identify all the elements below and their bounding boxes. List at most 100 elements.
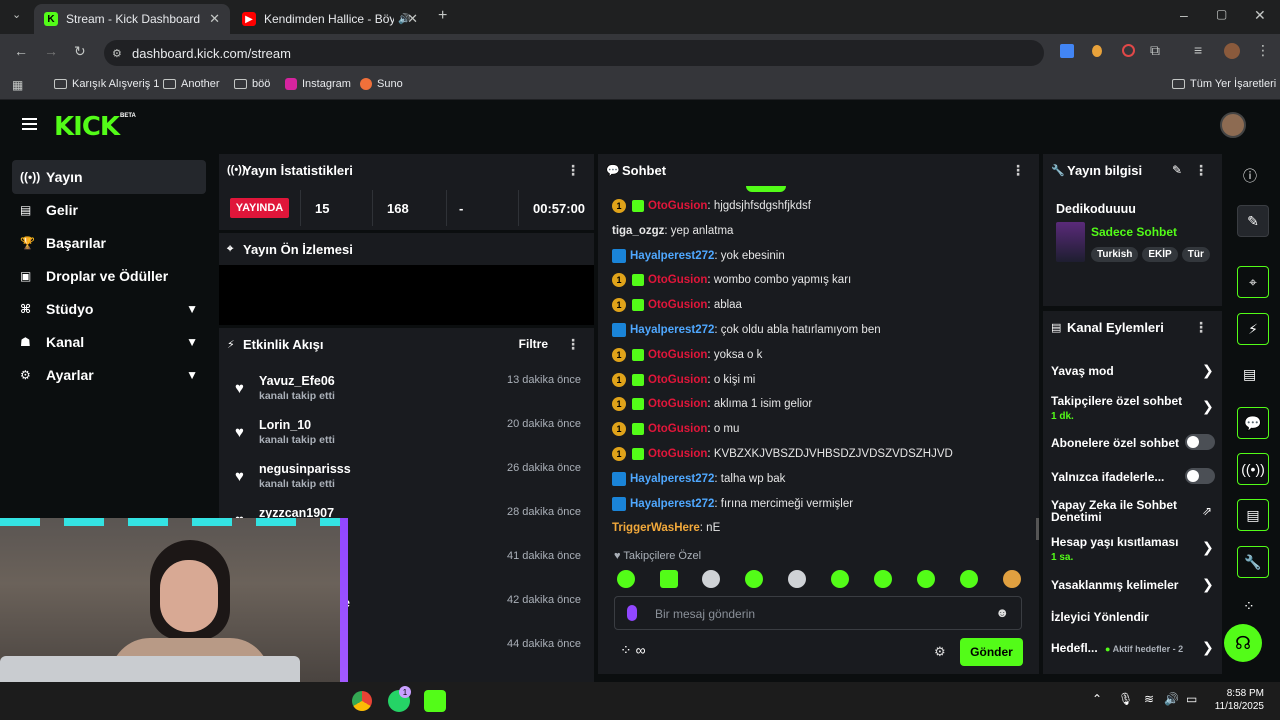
chat-username[interactable]: OtoGusion xyxy=(648,274,707,286)
banned-words-row[interactable]: Yasaklanmış kelimeler xyxy=(1051,578,1178,592)
emoji-icon[interactable]: ☻ xyxy=(995,605,1009,620)
edit-pencil-icon[interactable]: ✎ xyxy=(1237,205,1269,237)
hamburger-menu-icon[interactable] xyxy=(22,118,37,120)
emote-icon[interactable] xyxy=(917,570,935,588)
chat-username[interactable]: OtoGusion xyxy=(648,299,707,311)
menu-kebab-icon[interactable]: ⋮ xyxy=(566,336,580,353)
chat-scrollbar[interactable] xyxy=(1036,518,1039,540)
bookmark-folder[interactable]: böö xyxy=(234,78,270,90)
battery-icon[interactable]: ▭ xyxy=(1186,692,1197,706)
chat-input[interactable]: Bir mesaj gönderin ☻ xyxy=(614,596,1022,630)
emotes-only-toggle[interactable] xyxy=(1185,468,1215,484)
preview-toggle-icon[interactable]: ⌖ xyxy=(1237,266,1269,298)
bookmark-folder[interactable]: Karışık Alışveriş 1 xyxy=(54,78,159,90)
menu-kebab-icon[interactable]: ⋮ xyxy=(1011,162,1025,179)
broadcast-toggle-icon[interactable]: ((•)) xyxy=(1237,453,1269,485)
bookmark-suno[interactable]: Suno xyxy=(360,78,403,90)
profile-avatar[interactable] xyxy=(1224,43,1240,59)
emote-icon[interactable] xyxy=(660,570,678,588)
user-avatar[interactable] xyxy=(1220,112,1246,138)
chat-toggle-icon[interactable]: 💬 xyxy=(1237,407,1269,439)
activity-toggle-icon[interactable]: ⚡ xyxy=(1237,313,1269,345)
chat-username[interactable]: OtoGusion xyxy=(648,398,707,410)
chat-username[interactable]: Hayalperest272 xyxy=(630,324,714,336)
edit-pencil-icon[interactable]: ✎ xyxy=(1172,163,1182,177)
clock[interactable]: 8:58 PM 11/18/2025 xyxy=(1208,687,1264,713)
close-tab-icon[interactable]: ✕ xyxy=(407,11,418,27)
minimize-icon[interactable]: – xyxy=(1180,7,1188,23)
wifi-icon[interactable]: ≋ xyxy=(1144,692,1154,706)
goals-row[interactable]: Hedefl... ● Aktif hedefler - 2 xyxy=(1051,641,1183,655)
kick-studio-app-icon[interactable] xyxy=(424,690,446,712)
sidebar-item-ayarlar[interactable]: ⚙ Ayarlar ▼ xyxy=(12,358,206,392)
emote-icon[interactable] xyxy=(745,570,763,588)
emote-icon[interactable] xyxy=(874,570,892,588)
chat-tools-icon[interactable]: ⁘ ∞ xyxy=(620,642,646,659)
close-tab-icon[interactable]: ✕ xyxy=(209,11,220,27)
wrench-toggle-icon[interactable]: 🔧 xyxy=(1237,546,1269,578)
menu-kebab-icon[interactable]: ⋮ xyxy=(566,162,580,179)
emote-icon[interactable] xyxy=(617,570,635,588)
tab-youtube[interactable]: ▶ Kendimden Hallice - Böyle 🔊 ✕ xyxy=(232,4,428,34)
microphone-icon[interactable] xyxy=(627,605,637,621)
send-button[interactable]: Gönder xyxy=(960,638,1023,666)
chat-username[interactable]: OtoGusion xyxy=(648,423,707,435)
close-window-icon[interactable]: ✕ xyxy=(1254,7,1266,24)
tab-kick-dashboard[interactable]: K Stream - Kick Dashboard ✕ xyxy=(34,4,230,34)
raid-row[interactable]: İzleyici Yönlendir xyxy=(1051,610,1149,624)
chat-username[interactable]: OtoGusion xyxy=(648,349,707,361)
chevron-right-icon[interactable]: ❯ xyxy=(1202,362,1214,379)
slow-mode-row[interactable]: Yavaş mod xyxy=(1051,364,1114,378)
sidebar-item-yayin[interactable]: ((•)) Yayın xyxy=(12,160,206,194)
bookmark-instagram[interactable]: Instagram xyxy=(285,78,351,90)
chat-username[interactable]: TriggerWasHere xyxy=(612,522,700,534)
follower-name[interactable]: Lorin_10 xyxy=(259,418,311,432)
emote-icon[interactable] xyxy=(831,570,849,588)
tray-chevron-icon[interactable]: ⌃ xyxy=(1092,692,1102,706)
site-info-icon[interactable]: ⚙ xyxy=(112,47,122,60)
chat-username[interactable]: OtoGusion xyxy=(648,200,707,212)
tag-chip[interactable]: Turkish xyxy=(1091,247,1139,262)
forward-icon[interactable]: → xyxy=(44,43,58,59)
chat-settings-gear-icon[interactable]: ⚙ xyxy=(934,644,946,660)
chat-username[interactable]: Hayalperest272 xyxy=(630,250,714,262)
chat-username[interactable]: Hayalperest272 xyxy=(630,498,714,510)
tag-chip[interactable]: EKİP xyxy=(1142,247,1178,262)
emote-icon[interactable] xyxy=(960,570,978,588)
chevron-right-icon[interactable]: ❯ xyxy=(1202,398,1214,415)
external-link-icon[interactable]: ⇗ xyxy=(1202,504,1212,518)
menu-kebab-icon[interactable]: ⋮ xyxy=(1256,42,1270,59)
kick-logo[interactable]: KICK xyxy=(54,112,120,142)
emote-icon[interactable] xyxy=(788,570,806,588)
video-toggle-icon[interactable]: ▤ xyxy=(1237,499,1269,531)
tag-chip[interactable]: Tür xyxy=(1181,247,1210,262)
volume-icon[interactable]: 🔊 xyxy=(1164,692,1179,706)
category-thumbnail[interactable] xyxy=(1056,222,1085,262)
maximize-icon[interactable]: ▢ xyxy=(1216,7,1227,21)
account-age-row[interactable]: Hesap yaşı kısıtlaması 1 sa. xyxy=(1051,535,1178,563)
extensions-puzzle-icon[interactable]: ⧉ xyxy=(1150,42,1160,59)
translate-extension-icon[interactable] xyxy=(1060,44,1074,58)
menu-kebab-icon[interactable]: ⋮ xyxy=(1194,162,1208,179)
notes-icon[interactable]: ▤ xyxy=(1243,366,1256,383)
new-tab-icon[interactable]: + xyxy=(438,7,447,25)
bookmark-folder[interactable]: Another xyxy=(163,78,220,90)
chevron-right-icon[interactable]: ❯ xyxy=(1202,639,1214,656)
chat-username[interactable]: Hayalperest272 xyxy=(630,473,714,485)
all-bookmarks[interactable]: Tüm Yer İşaretleri xyxy=(1172,78,1276,90)
microphone-tray-icon[interactable]: 🎙 xyxy=(1118,692,1133,706)
filter-button[interactable]: Filtre xyxy=(519,337,548,351)
follower-name[interactable]: Yavuz_Efe06 xyxy=(259,374,335,388)
sidebar-item-droplar[interactable]: ▣ Droplar ve Ödüller xyxy=(12,259,206,293)
chat-username[interactable]: OtoGusion xyxy=(648,448,707,460)
media-controls-icon[interactable]: ≡ xyxy=(1194,42,1202,58)
address-bar[interactable]: ⚙ dashboard.kick.com/stream xyxy=(104,40,1044,66)
subscribers-only-toggle[interactable] xyxy=(1185,434,1215,450)
chevron-right-icon[interactable]: ❯ xyxy=(1202,539,1214,556)
tab-search-icon[interactable]: ⌄ xyxy=(12,8,21,21)
sidebar-item-kanal[interactable]: ☗ Kanal ▼ xyxy=(12,325,206,359)
category-link[interactable]: Sadece Sohbet xyxy=(1091,225,1177,239)
emote-icon[interactable] xyxy=(1003,570,1021,588)
info-icon[interactable]: ⓘ xyxy=(1243,166,1257,186)
sidebar-item-gelir[interactable]: ▤ Gelir xyxy=(12,193,206,227)
